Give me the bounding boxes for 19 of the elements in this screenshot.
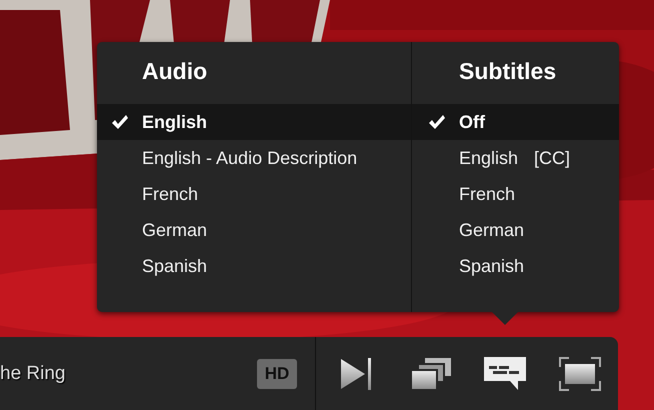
check-icon bbox=[111, 114, 129, 130]
subtitles-icon[interactable] bbox=[484, 356, 526, 390]
fullscreen-icon[interactable] bbox=[559, 356, 601, 390]
language-option[interactable]: Off bbox=[412, 104, 619, 140]
language-option[interactable]: French bbox=[412, 176, 619, 212]
language-option[interactable]: English bbox=[97, 104, 411, 140]
check-icon bbox=[428, 114, 446, 130]
language-option[interactable]: Spanish bbox=[97, 248, 411, 284]
menu-heading: Subtitles bbox=[458, 57, 558, 86]
language-option[interactable]: German bbox=[97, 212, 411, 248]
menu-heading: Audio bbox=[141, 57, 208, 86]
language-option[interactable]: Spanish bbox=[412, 248, 619, 284]
language-option[interactable]: English - Audio Description bbox=[97, 140, 411, 176]
language-option[interactable]: French bbox=[97, 176, 411, 212]
language-option[interactable]: German bbox=[412, 212, 619, 248]
language-option[interactable]: English [CC] bbox=[412, 140, 619, 176]
stacked-windows-icon[interactable] bbox=[411, 358, 451, 390]
next-episode-icon[interactable] bbox=[339, 356, 373, 390]
video-title: he Ring bbox=[0, 362, 66, 384]
